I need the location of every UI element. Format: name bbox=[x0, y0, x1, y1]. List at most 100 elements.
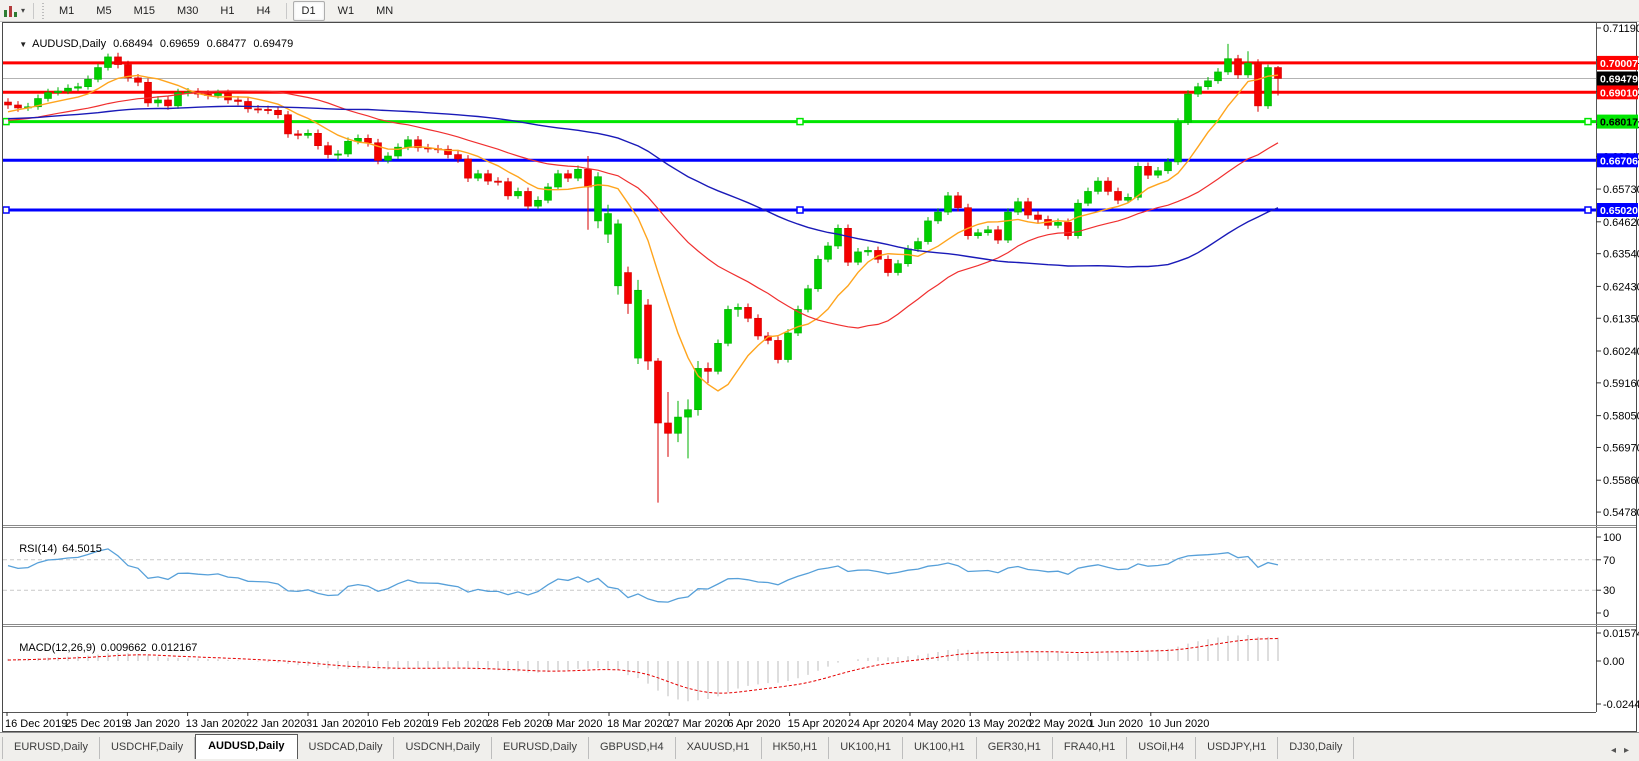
chart-tab-xauusd-h1[interactable]: XAUUSD,H1 bbox=[676, 737, 762, 759]
date-tick-label: 27 Mar 2020 bbox=[667, 718, 729, 730]
price-tick-label: 0.60240 bbox=[1603, 346, 1639, 358]
tab-scroll-right-icon[interactable]: ▸ bbox=[1624, 745, 1629, 756]
toolbar-grip[interactable] bbox=[41, 3, 45, 19]
line-handle[interactable] bbox=[3, 207, 9, 213]
moving-average-55 bbox=[8, 106, 1278, 267]
candlesticks bbox=[5, 44, 1282, 503]
date-tick-label: 13 Jan 2020 bbox=[186, 718, 247, 730]
timeframe-button-mn[interactable]: MN bbox=[367, 1, 402, 21]
chart-tabbar: EURUSD,DailyUSDCHF,DailyAUDUSD,DailyUSDC… bbox=[0, 732, 1639, 761]
timeframe-button-m1[interactable]: M1 bbox=[50, 1, 83, 21]
chart-tab-uk100-h1[interactable]: UK100,H1 bbox=[903, 737, 977, 759]
chart-tab-hk50-h1[interactable]: HK50,H1 bbox=[762, 737, 830, 759]
chart-tab-fra40-h1[interactable]: FRA40,H1 bbox=[1053, 737, 1127, 759]
chart-frame bbox=[3, 23, 1637, 732]
date-tick-label: 1 Jun 2020 bbox=[1089, 718, 1143, 730]
chart-tab-usdcad-daily[interactable]: USDCAD,Daily bbox=[298, 737, 395, 759]
line-handle[interactable] bbox=[797, 119, 803, 125]
date-tick-label: 19 Feb 2020 bbox=[426, 718, 488, 730]
macd-tick-label: 0.015741 bbox=[1603, 628, 1639, 640]
price-tick-label: 0.62430 bbox=[1603, 281, 1639, 293]
macd-pane bbox=[8, 635, 1278, 701]
main-pane bbox=[3, 63, 1596, 213]
candlestick-chart-icon bbox=[4, 5, 18, 17]
high-value: 0.69659 bbox=[160, 38, 200, 50]
date-tick-label: 4 May 2020 bbox=[908, 718, 965, 730]
date-tick-label: 15 Apr 2020 bbox=[788, 718, 847, 730]
tab-scroll-left-icon[interactable]: ◂ bbox=[1611, 745, 1616, 756]
line-handle[interactable] bbox=[3, 119, 9, 125]
timeframe-toolbar: ▾ M1M5M15M30H1H4 D1W1MN bbox=[0, 0, 1639, 22]
timeframe-button-d1[interactable]: D1 bbox=[293, 1, 325, 21]
date-tick-label: 10 Feb 2020 bbox=[366, 718, 428, 730]
date-tick-label: 10 Jun 2020 bbox=[1149, 718, 1210, 730]
rsi-tick-label: 0 bbox=[1603, 608, 1609, 620]
line-handle[interactable] bbox=[1585, 119, 1591, 125]
timeframe-button-h4[interactable]: H4 bbox=[247, 1, 279, 21]
chevron-down-icon[interactable]: ▾ bbox=[21, 6, 25, 15]
chart-tab-usdjpy-h1[interactable]: USDJPY,H1 bbox=[1196, 737, 1278, 759]
timeframe-buttons: M1M5M15M30H1H4 D1W1MN bbox=[48, 1, 404, 21]
price-tick-label: 0.64620 bbox=[1603, 217, 1639, 229]
chart-tabs: EURUSD,DailyUSDCHF,DailyAUDUSD,DailyUSDC… bbox=[2, 734, 1354, 759]
price-tick-label: 0.59160 bbox=[1603, 378, 1639, 390]
date-tick-label: 24 Apr 2020 bbox=[848, 718, 907, 730]
open-value: 0.68494 bbox=[113, 38, 153, 50]
price-tick-label: 0.58050 bbox=[1603, 411, 1639, 423]
application-window: ▾ M1M5M15M30H1H4 D1W1MN ▼ AUDUSD,Daily 0.68… bbox=[0, 0, 1639, 761]
price-level-chip-text: 0.65020 bbox=[1600, 205, 1638, 217]
toolbar-separator bbox=[33, 3, 34, 19]
price-tick-label: 0.61350 bbox=[1603, 313, 1639, 325]
rsi-tick-label: 30 bbox=[1603, 585, 1615, 597]
date-tick-label: 22 Jan 2020 bbox=[246, 718, 307, 730]
rsi-tick-label: 100 bbox=[1603, 532, 1621, 544]
date-tick-label: 18 Mar 2020 bbox=[607, 718, 669, 730]
date-tick-label: 31 Jan 2020 bbox=[306, 718, 367, 730]
date-tick-label: 28 Feb 2020 bbox=[487, 718, 549, 730]
chart-tab-usdchf-daily[interactable]: USDCHF,Daily bbox=[100, 737, 195, 759]
line-handle[interactable] bbox=[1585, 207, 1591, 213]
tab-scroll-controls: ◂ ▸ bbox=[1603, 745, 1639, 759]
chart-tab-gbpusd-h4[interactable]: GBPUSD,H4 bbox=[589, 737, 676, 759]
price-tick-label: 0.65730 bbox=[1603, 184, 1639, 196]
date-tick-label: 16 Dec 2019 bbox=[5, 718, 67, 730]
rsi-indicator-label: RSI(14) 64.5015 bbox=[7, 531, 102, 567]
price-tick-label: 0.55860 bbox=[1603, 475, 1639, 487]
date-tick-label: 6 Apr 2020 bbox=[727, 718, 780, 730]
chart-tab-usdcnh-daily[interactable]: USDCNH,Daily bbox=[394, 737, 492, 759]
date-tick-label: 9 Mar 2020 bbox=[547, 718, 603, 730]
price-level-chip-text: 0.69010 bbox=[1600, 87, 1638, 99]
chart-tab-ger30-h1[interactable]: GER30,H1 bbox=[977, 737, 1053, 759]
chart-tab-uk100-h1[interactable]: UK100,H1 bbox=[829, 737, 903, 759]
date-tick-label: 22 May 2020 bbox=[1028, 718, 1092, 730]
macd-tick-label: -0.024412 bbox=[1603, 699, 1639, 711]
current-price-chip-text: 0.69479 bbox=[1600, 73, 1638, 85]
chart-tab-dj30-daily[interactable]: DJ30,Daily bbox=[1278, 737, 1354, 759]
price-tick-label: 0.71190 bbox=[1603, 23, 1639, 35]
chart-tab-eurusd-daily[interactable]: EURUSD,Daily bbox=[492, 737, 589, 759]
chart-tab-usoil-h4[interactable]: USOil,H4 bbox=[1127, 737, 1196, 759]
timeframe-button-m15[interactable]: M15 bbox=[125, 1, 164, 21]
rsi-tick-label: 70 bbox=[1603, 555, 1615, 567]
timeframe-button-h1[interactable]: H1 bbox=[211, 1, 243, 21]
rsi-name: RSI(14) bbox=[19, 543, 57, 555]
macd-tick-label: 0.00 bbox=[1603, 656, 1624, 668]
chart-type-button[interactable]: ▾ bbox=[0, 0, 29, 22]
timeframe-button-m5[interactable]: M5 bbox=[87, 1, 120, 21]
chart-tab-eurusd-daily[interactable]: EURUSD,Daily bbox=[2, 737, 100, 759]
macd-name: MACD(12,26,9) bbox=[19, 642, 95, 654]
price-level-chip-text: 0.70007 bbox=[1600, 58, 1638, 70]
close-value: 0.69479 bbox=[253, 38, 293, 50]
line-handle[interactable] bbox=[797, 207, 803, 213]
chart-tab-audusd-daily[interactable]: AUDUSD,Daily bbox=[195, 734, 297, 759]
timeframe-button-m30[interactable]: M30 bbox=[168, 1, 207, 21]
chart-title: ▼AUDUSD,Daily0.684940.696590.684770.6947… bbox=[7, 26, 293, 62]
rsi-value: 64.5015 bbox=[62, 543, 102, 555]
chart-context-icon[interactable]: ▼ bbox=[19, 40, 27, 49]
symbol-period-label: AUDUSD,Daily bbox=[32, 38, 106, 50]
toolbar-separator bbox=[286, 3, 287, 19]
rsi-line bbox=[8, 549, 1278, 602]
timeframe-button-w1[interactable]: W1 bbox=[329, 1, 364, 21]
date-tick-label: 25 Dec 2019 bbox=[65, 718, 127, 730]
price-level-chip-text: 0.68017 bbox=[1600, 117, 1638, 129]
